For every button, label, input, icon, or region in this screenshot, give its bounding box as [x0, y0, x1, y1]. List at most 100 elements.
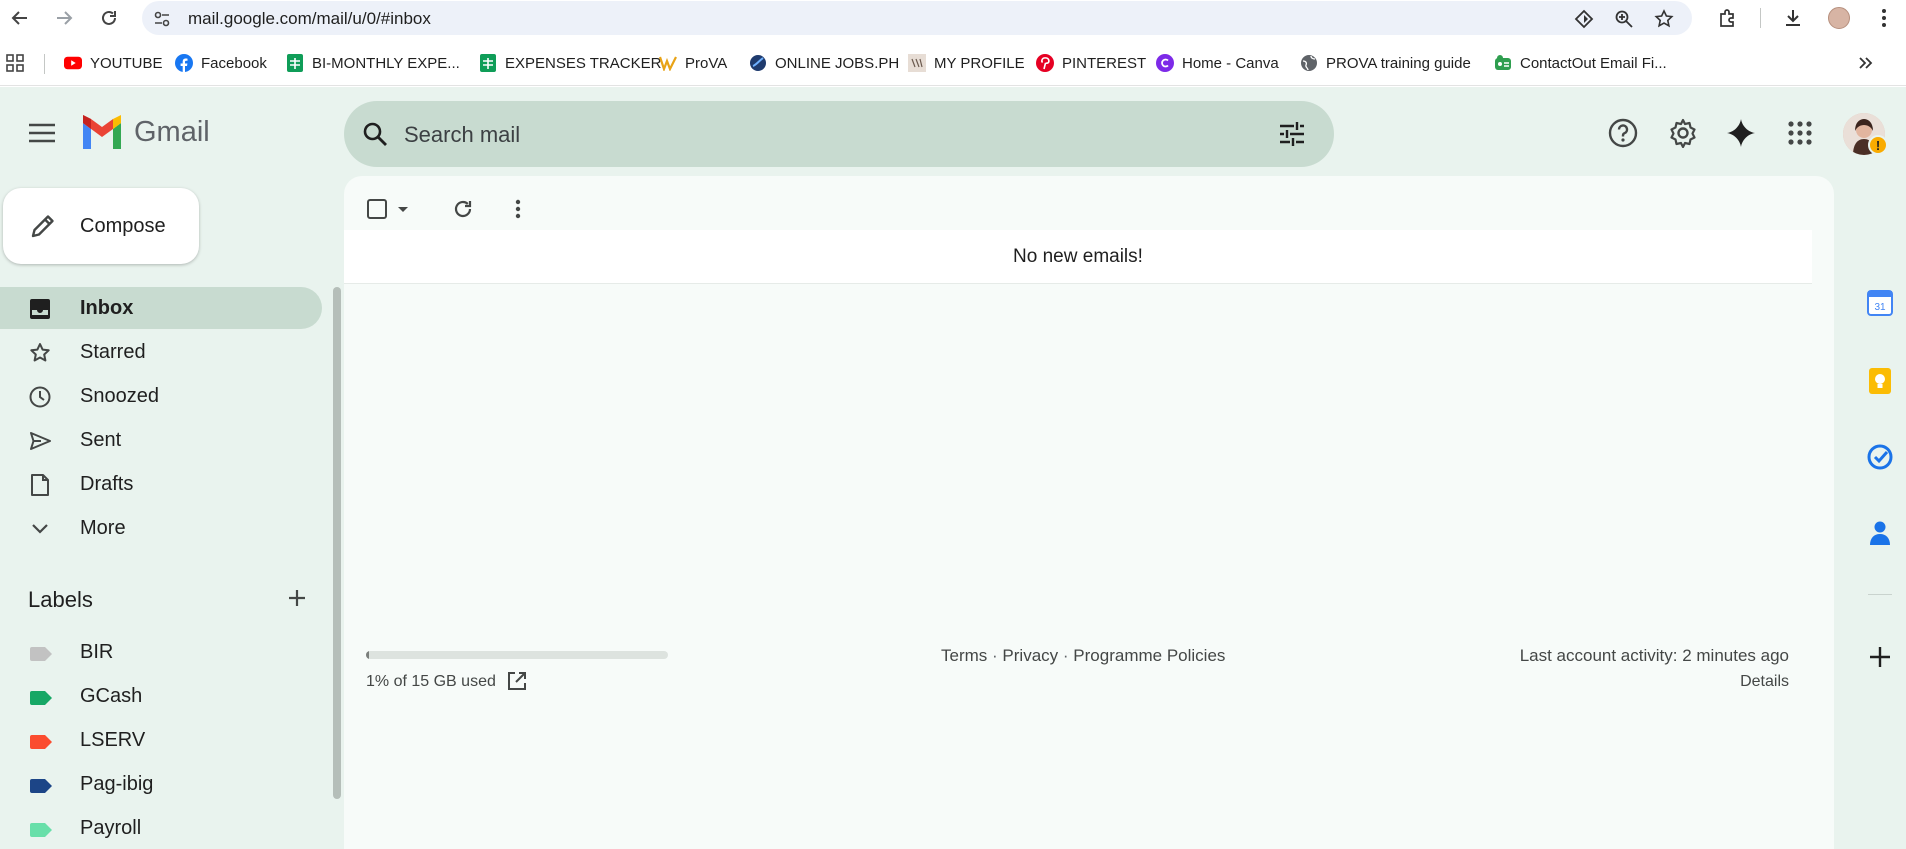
zoom-icon[interactable]	[1612, 7, 1636, 31]
nav-inbox[interactable]: Inbox	[0, 287, 322, 329]
bookmark-prova[interactable]: ProVA	[659, 50, 727, 76]
settings-button[interactable]	[1665, 115, 1701, 151]
label-name: GCash	[80, 685, 143, 707]
search-input[interactable]: Search mail	[404, 122, 520, 148]
label-item-payroll[interactable]: Payroll	[0, 809, 322, 849]
support-button[interactable]	[1605, 115, 1641, 151]
bookmark-facebook[interactable]: Facebook	[175, 50, 267, 76]
prova-icon	[659, 54, 677, 72]
contacts-app-button[interactable]	[1865, 518, 1895, 548]
label-tag-icon	[30, 779, 52, 793]
select-all-checkbox[interactable]	[366, 194, 410, 224]
bookmark-youtube[interactable]: YOUTUBE	[64, 50, 163, 76]
bookmarks-bar: YOUTUBE Facebook BI-MONTHLY EXPE... EXPE…	[0, 40, 1906, 86]
label-item-bir[interactable]: BIR	[0, 633, 322, 673]
main-menu-button[interactable]	[24, 119, 60, 147]
extensions-button[interactable]	[1714, 4, 1742, 32]
compose-button[interactable]: Compose	[3, 188, 199, 264]
mail-list-pane: No new emails! 1% of 15 GB used Terms · …	[344, 176, 1834, 849]
clock-icon	[28, 385, 52, 409]
privacy-link[interactable]: Privacy	[1002, 646, 1058, 665]
terms-link[interactable]: Terms	[941, 646, 987, 665]
side-panel-rail: 31	[1854, 176, 1906, 849]
bookmark-label: ONLINE JOBS.PH	[775, 54, 900, 72]
label-name: Payroll	[80, 817, 142, 839]
bookmark-my-profile[interactable]: MY PROFILE	[908, 50, 1025, 76]
nav-drafts[interactable]: Drafts	[0, 463, 322, 505]
nav-label: More	[80, 517, 126, 539]
browser-menu-button[interactable]	[1870, 4, 1898, 32]
gear-icon	[1670, 118, 1696, 148]
sidebar-scrollbar[interactable]	[333, 287, 341, 799]
more-bookmarks-button[interactable]	[1856, 50, 1874, 76]
refresh-button[interactable]	[448, 194, 478, 224]
gmail-logo[interactable]: Gmail	[80, 115, 210, 149]
reload-button[interactable]	[95, 4, 123, 32]
lens-icon[interactable]	[1572, 7, 1596, 31]
plus-icon	[289, 590, 305, 606]
bookmark-label: Home - Canva	[1182, 54, 1279, 72]
bookmark-contactout[interactable]: ContactOut Email Fi...	[1494, 50, 1667, 76]
label-item-lserv[interactable]: LSERV	[0, 721, 322, 761]
address-bar[interactable]: mail.google.com/mail/u/0/#inbox	[142, 1, 1692, 35]
back-button[interactable]	[6, 4, 34, 32]
label-item-pag-ibig[interactable]: Pag-ibig	[0, 765, 322, 805]
profile-button[interactable]	[1825, 4, 1853, 32]
sheets-icon	[286, 54, 304, 72]
url-text[interactable]: mail.google.com/mail/u/0/#inbox	[188, 9, 431, 29]
bookmark-bimonthly-expenses[interactable]: BI-MONTHLY EXPE...	[286, 50, 460, 76]
storage-meter-fill	[366, 651, 370, 659]
more-actions-button[interactable]	[506, 194, 530, 224]
apps-shortcut[interactable]	[6, 50, 24, 76]
reload-icon	[102, 10, 116, 25]
gmail-m-icon	[80, 115, 124, 149]
bookmark-label: YOUTUBE	[90, 54, 163, 72]
bookmark-onlinejobs[interactable]: ONLINE JOBS.PH	[749, 50, 899, 76]
youtube-icon	[64, 54, 82, 72]
bookmark-label: PINTEREST	[1062, 54, 1147, 72]
account-warning-icon[interactable]: !	[1868, 135, 1888, 155]
downloads-button[interactable]	[1779, 4, 1807, 32]
tasks-app-button[interactable]	[1865, 442, 1895, 472]
draft-icon	[28, 473, 52, 497]
labels-heading: Labels	[28, 587, 93, 612]
bookmark-star-icon[interactable]	[1652, 7, 1676, 31]
nav-label: Sent	[80, 429, 122, 451]
manage-storage-link[interactable]	[506, 669, 528, 693]
gemini-button[interactable]	[1723, 115, 1759, 151]
label-item-gcash[interactable]: GCash	[0, 677, 322, 717]
calendar-app-button[interactable]: 31	[1865, 288, 1895, 318]
keep-app-button[interactable]	[1865, 366, 1895, 396]
pinterest-icon	[1036, 54, 1054, 72]
site-info-icon[interactable]	[152, 9, 172, 29]
more-vert-icon	[515, 199, 521, 219]
bookmark-label: PROVA training guide	[1326, 54, 1471, 72]
bookmark-canva[interactable]: Home - Canva	[1156, 50, 1279, 76]
label-tag-icon	[30, 735, 52, 749]
open-in-new-icon	[508, 672, 526, 690]
get-addons-button[interactable]	[1865, 642, 1895, 672]
bookmark-prova-training[interactable]: PROVA training guide	[1300, 50, 1471, 76]
keep-bulb-icon	[1869, 368, 1891, 394]
search-bar[interactable]: Search mail	[344, 101, 1334, 167]
google-apps-button[interactable]	[1782, 115, 1818, 151]
create-label-button[interactable]	[284, 585, 310, 611]
double-chevron-right-icon	[1856, 54, 1874, 72]
nav-starred[interactable]: Starred	[0, 331, 322, 373]
forward-button[interactable]	[50, 4, 78, 32]
bookmark-pinterest[interactable]: PINTEREST	[1036, 50, 1146, 76]
inbox-icon	[28, 297, 52, 321]
bookmark-expenses-tracker[interactable]: EXPENSES TRACKER	[479, 50, 661, 76]
chevron-down-icon	[28, 517, 52, 541]
contactout-icon	[1494, 54, 1512, 72]
bookmark-label: EXPENSES TRACKER	[505, 54, 662, 72]
search-options-icon[interactable]	[1278, 120, 1306, 148]
programme-policies-link[interactable]: Programme Policies	[1073, 646, 1225, 665]
nav-snoozed[interactable]: Snoozed	[0, 375, 322, 417]
nav-sent[interactable]: Sent	[0, 419, 322, 461]
nav-more[interactable]: More	[0, 507, 322, 549]
search-icon[interactable]	[362, 121, 388, 147]
activity-details-link[interactable]: Details	[1740, 673, 1789, 691]
download-icon	[1786, 10, 1800, 26]
gmail-app: Gmail Search mail ! Compose Inbox Starre…	[0, 87, 1906, 849]
